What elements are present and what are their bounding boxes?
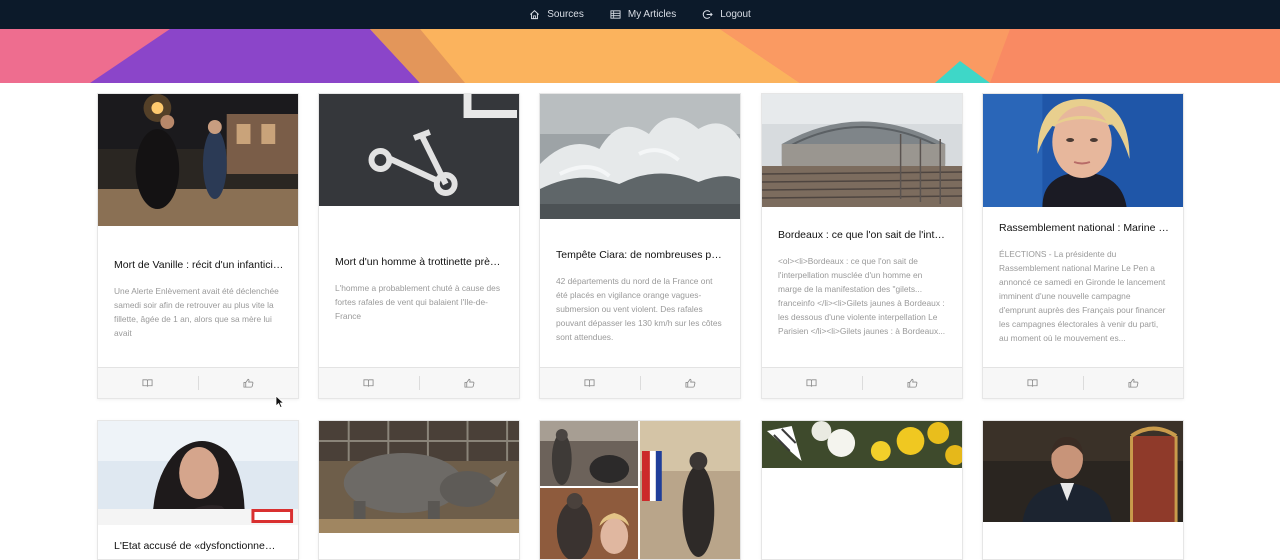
- card-actions: [983, 367, 1183, 398]
- read-icon: [1027, 379, 1038, 387]
- like-icon: [907, 378, 918, 388]
- article-image[interactable]: [319, 94, 519, 206]
- read-icon: [363, 379, 374, 387]
- home-icon: [530, 9, 540, 20]
- nav-logout[interactable]: Logout: [702, 9, 751, 20]
- article-title[interactable]: Bordeaux : ce que l'on sait de l'interpe…: [778, 228, 948, 242]
- read-button[interactable]: [762, 368, 862, 398]
- read-icon: [584, 379, 595, 387]
- article-description: Une Alerte Enlèvement avait été déclench…: [114, 286, 279, 338]
- article-card[interactable]: [982, 420, 1184, 560]
- read-button[interactable]: [319, 368, 419, 398]
- statue-collage-photo: [540, 421, 740, 559]
- card-actions: [762, 367, 962, 398]
- article-description: 42 départements du nord de la France ont…: [556, 276, 722, 342]
- scooter-road-marking-photo: [319, 94, 519, 206]
- like-icon: [464, 378, 475, 388]
- article-image[interactable]: [540, 94, 740, 219]
- article-card[interactable]: Bordeaux : ce que l'on sait de l'interpe…: [761, 93, 963, 399]
- mouse-cursor-icon: [275, 395, 285, 409]
- night-street-photo: [98, 94, 298, 226]
- read-button[interactable]: [98, 368, 198, 398]
- nav-logout-label: Logout: [720, 9, 751, 20]
- like-button[interactable]: [863, 368, 963, 398]
- read-button[interactable]: [983, 368, 1083, 398]
- article-title[interactable]: Rassemblement national : Marine Le Pen: [999, 221, 1169, 235]
- article-image[interactable]: [319, 421, 519, 533]
- read-icon: [806, 379, 817, 387]
- article-image[interactable]: [98, 421, 298, 525]
- like-button[interactable]: [641, 368, 741, 398]
- like-icon: [1128, 378, 1139, 388]
- woman-portrait-photo: [98, 421, 298, 525]
- nav-my-articles-label: My Articles: [627, 9, 677, 20]
- article-card[interactable]: Mort d'un homme à trottinette près de Pa…: [318, 93, 520, 399]
- nav-sources[interactable]: Sources: [529, 9, 584, 20]
- article-image[interactable]: [762, 94, 962, 207]
- article-image[interactable]: [983, 421, 1183, 522]
- storm-waves-photo: [540, 94, 740, 219]
- top-navbar: Sources My Articles Logout: [0, 0, 1280, 29]
- article-description: L'homme a probablement chuté à cause des…: [335, 283, 501, 321]
- article-title[interactable]: Mort d'un homme à trottinette près de Pa…: [335, 255, 505, 269]
- read-button[interactable]: [540, 368, 640, 398]
- like-button[interactable]: [199, 368, 299, 398]
- list-icon: [610, 10, 621, 19]
- nav-my-articles[interactable]: My Articles: [610, 9, 676, 20]
- article-description: <ol><li>Bordeaux : ce que l'on sait de l…: [778, 256, 946, 336]
- read-icon: [142, 379, 153, 387]
- flowers-photo: [762, 421, 962, 468]
- article-image[interactable]: [983, 94, 1183, 207]
- article-image[interactable]: [762, 421, 962, 468]
- like-icon: [685, 378, 696, 388]
- nav-sources-label: Sources: [547, 9, 584, 20]
- article-title[interactable]: Mort de Vanille : récit d'un infanticide: [114, 258, 284, 272]
- logout-icon: [702, 10, 713, 19]
- article-card[interactable]: Tempête Ciara: de nombreuses perturbatio…: [539, 93, 741, 399]
- article-card[interactable]: Mort de Vanille : récit d'un infanticide…: [97, 93, 299, 399]
- like-button[interactable]: [1084, 368, 1184, 398]
- banner-graphic: [0, 29, 1280, 83]
- article-image[interactable]: [540, 421, 740, 559]
- man-in-suit-photo: [983, 421, 1183, 522]
- like-button[interactable]: [420, 368, 520, 398]
- card-actions: [98, 367, 298, 398]
- article-description: ÉLECTIONS - La présidente du Rassembleme…: [999, 249, 1166, 343]
- portrait-photo: [983, 94, 1183, 207]
- article-title[interactable]: L'Etat accusé de «dysfonctionnements»: [114, 539, 284, 553]
- article-title[interactable]: Tempête Ciara: de nombreuses perturbatio…: [556, 248, 726, 262]
- card-actions: [319, 367, 519, 398]
- card-actions: [540, 367, 740, 398]
- rhinoceros-photo: [319, 421, 519, 533]
- article-image[interactable]: [98, 94, 298, 226]
- article-card[interactable]: [539, 420, 741, 560]
- article-card[interactable]: L'Etat accusé de «dysfonctionnements»: [97, 420, 299, 560]
- article-card[interactable]: [318, 420, 520, 560]
- article-card[interactable]: [761, 420, 963, 560]
- article-card[interactable]: Rassemblement national : Marine Le Pen É…: [982, 93, 1184, 399]
- header-banner: [0, 29, 1280, 83]
- like-icon: [243, 378, 254, 388]
- train-station-photo: [762, 94, 962, 207]
